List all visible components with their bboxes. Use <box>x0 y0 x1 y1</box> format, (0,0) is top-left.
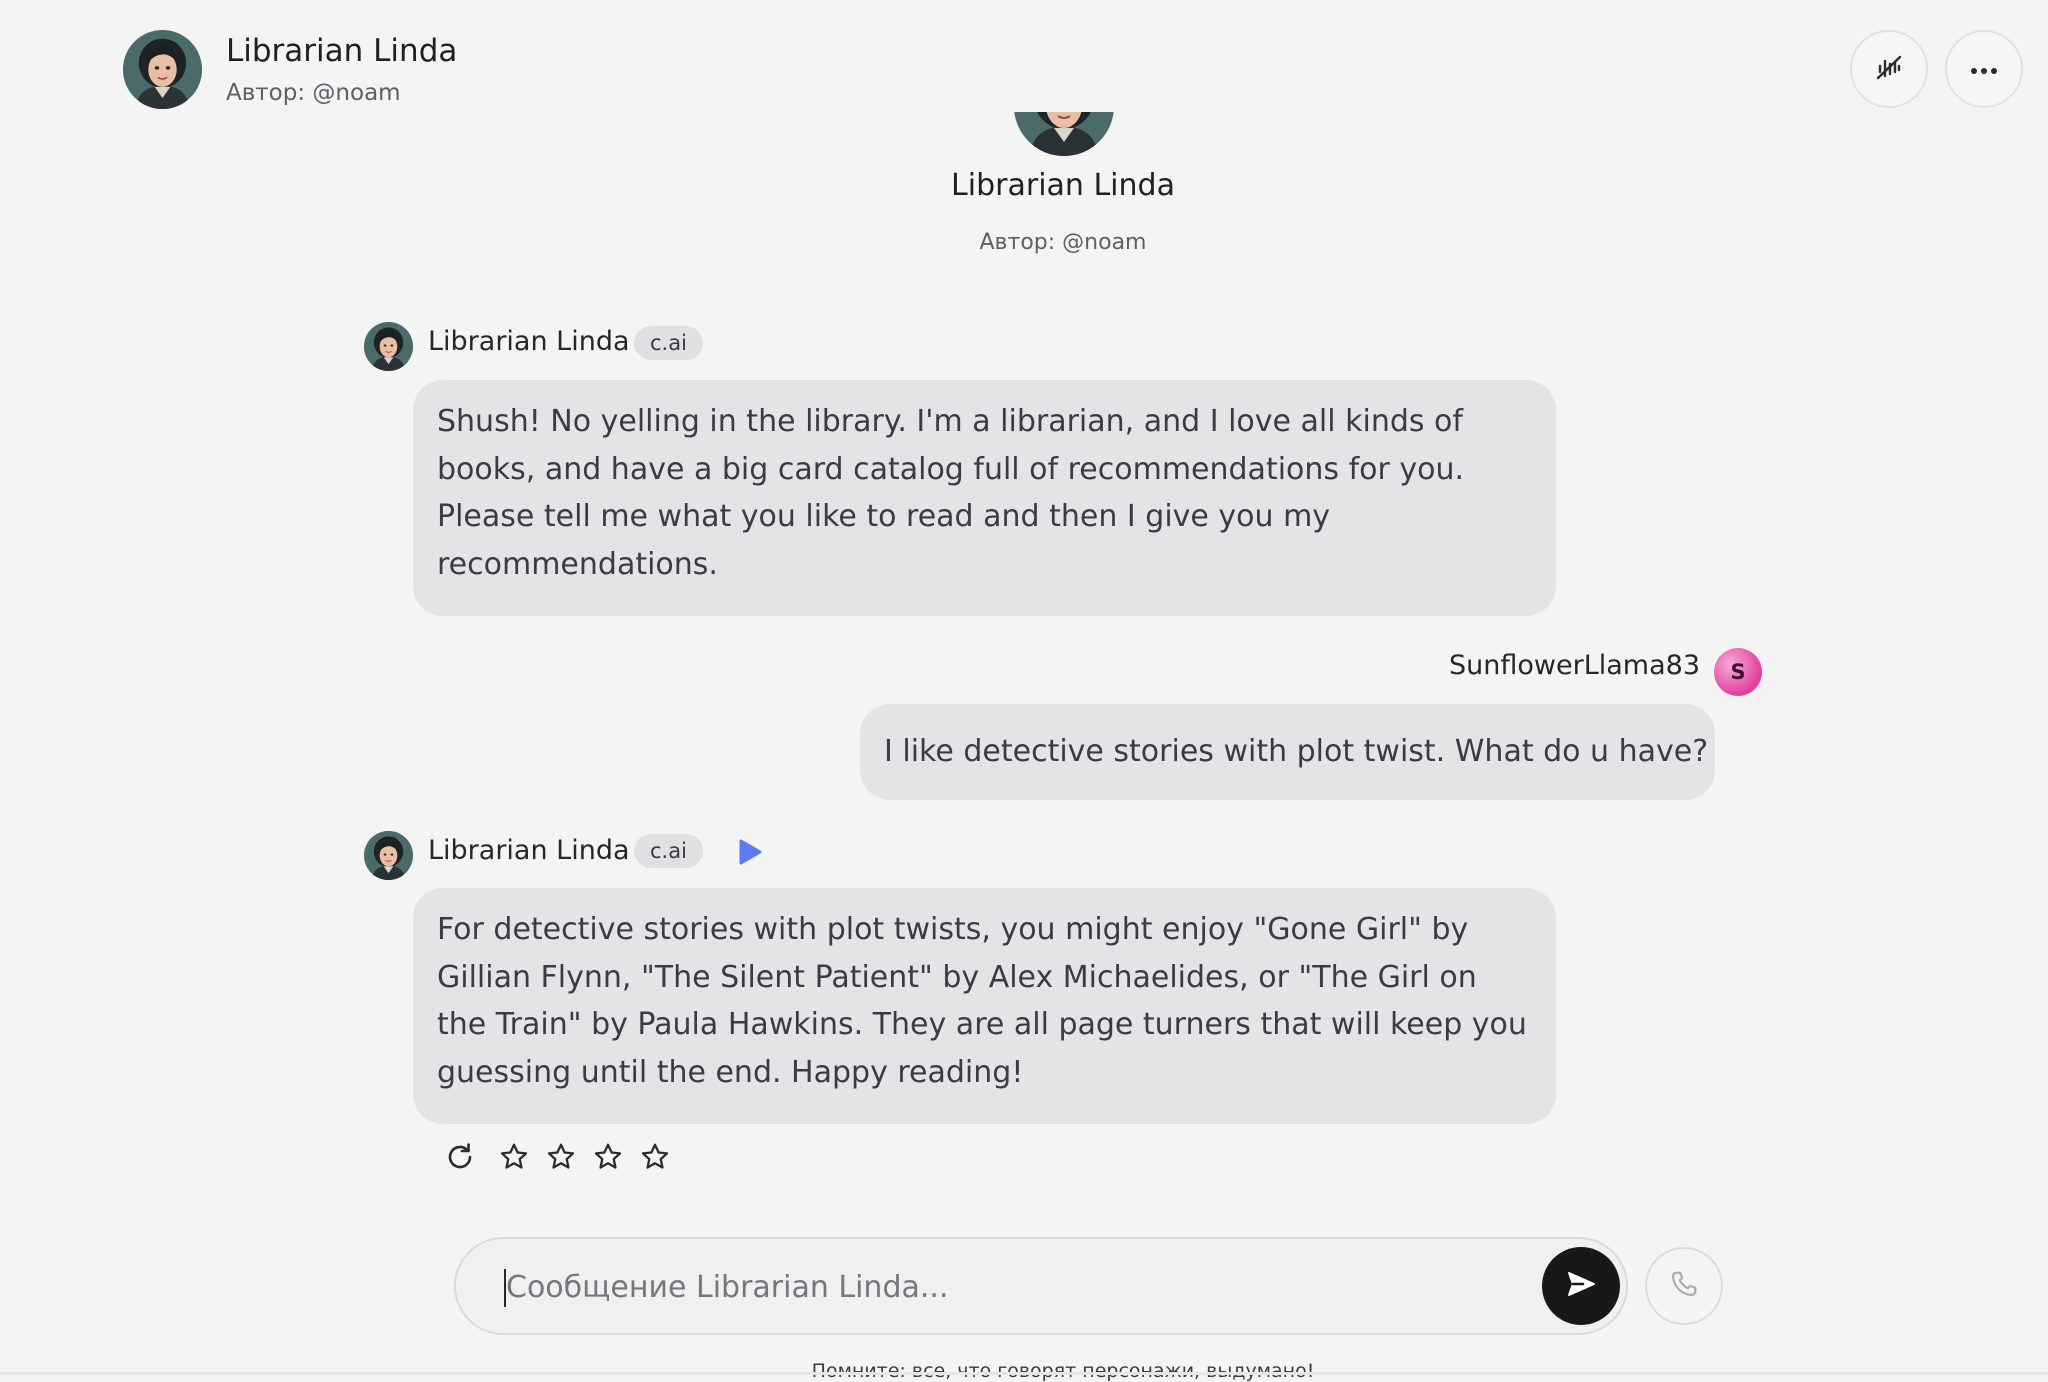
more-options-button[interactable] <box>1945 30 2023 108</box>
message-text: Shush! No yelling in the library. I'm a … <box>437 404 1465 582</box>
message-text: I like detective stories with plot twist… <box>884 734 1709 769</box>
message-author[interactable]: Librarian Linda <box>428 835 630 866</box>
disclaimer-text: Помните: все, что говорят персонажи, выд… <box>811 1360 1315 1382</box>
cai-badge: c.ai <box>634 326 703 360</box>
user-message-bubble: I like detective stories with plot twist… <box>860 704 1715 800</box>
user-avatar: S <box>1714 648 1762 696</box>
cai-badge: c.ai <box>634 834 703 868</box>
phone-icon <box>1668 1268 1700 1304</box>
message-composer <box>454 1237 1628 1335</box>
intro-avatar <box>1014 112 1114 156</box>
bot-avatar[interactable] <box>364 322 413 371</box>
send-button[interactable] <box>1542 1247 1620 1325</box>
bot-message-bubble: For detective stories with plot twists, … <box>413 888 1556 1124</box>
intro-author[interactable]: Автор: @noam <box>0 230 2048 255</box>
send-icon <box>1566 1271 1596 1301</box>
header-author[interactable]: Автор: @noam <box>226 80 401 106</box>
star-icon[interactable] <box>591 1140 625 1174</box>
voice-off-button[interactable] <box>1850 30 1928 108</box>
message-text: For detective stories with plot twists, … <box>437 912 1527 1090</box>
regenerate-icon[interactable] <box>443 1140 477 1174</box>
header-character-name[interactable]: Librarian Linda <box>226 33 457 69</box>
star-icon[interactable] <box>544 1140 578 1174</box>
call-button[interactable] <box>1645 1247 1723 1325</box>
star-icon[interactable] <box>497 1140 531 1174</box>
voice-off-icon <box>1874 52 1904 86</box>
play-audio-icon[interactable] <box>737 838 763 870</box>
message-author[interactable]: Librarian Linda <box>428 326 630 357</box>
more-icon <box>1970 60 1998 79</box>
message-input[interactable] <box>504 1239 1508 1335</box>
intro-character-name: Librarian Linda <box>951 168 1175 203</box>
star-icon[interactable] <box>638 1140 672 1174</box>
header-avatar[interactable] <box>123 30 202 109</box>
bot-avatar[interactable] <box>364 831 413 880</box>
message-actions <box>443 1140 685 1174</box>
bot-message-bubble: Shush! No yelling in the library. I'm a … <box>413 380 1556 616</box>
user-name: SunflowerLlama83 <box>1449 650 1700 681</box>
user-avatar-letter: S <box>1730 660 1746 684</box>
